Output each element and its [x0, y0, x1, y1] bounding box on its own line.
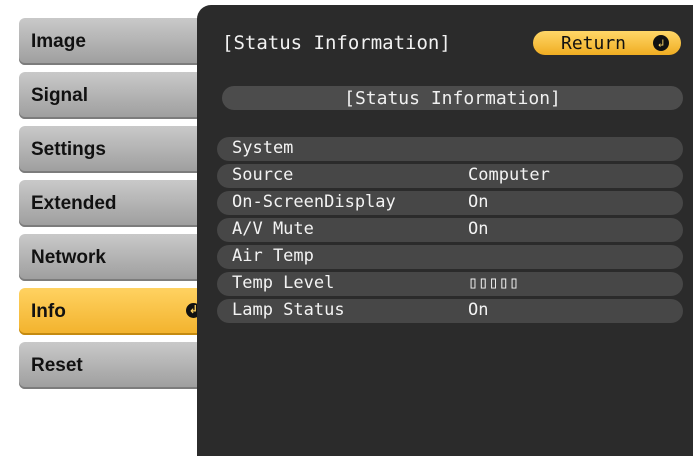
status-row-source: Source Computer — [217, 164, 683, 188]
menu-item-extended[interactable]: Extended — [19, 180, 209, 227]
menu-item-label: Extended — [31, 192, 117, 214]
status-value: On — [468, 300, 489, 320]
return-button[interactable]: Return ↲ — [533, 31, 681, 55]
menu-item-info[interactable]: Info ↲ — [19, 288, 209, 335]
status-label: Source — [232, 165, 294, 185]
status-label: Air Temp — [232, 246, 314, 266]
status-label: Lamp Status — [232, 300, 345, 320]
menu-item-settings[interactable]: Settings — [19, 126, 209, 173]
menu-item-image[interactable]: Image — [19, 18, 209, 65]
status-row-temp-level: Temp Level ▯▯▯▯▯ — [217, 272, 683, 296]
status-value: On — [468, 192, 489, 212]
panel-title: [Status Information] — [222, 32, 451, 54]
menu-item-label: Reset — [31, 354, 83, 376]
status-row-osd: On-ScreenDisplay On — [217, 191, 683, 215]
menu-item-network[interactable]: Network — [19, 234, 209, 281]
menu-item-label: Signal — [31, 84, 89, 106]
status-row-av-mute: A/V Mute On — [217, 218, 683, 242]
status-label: System — [232, 138, 294, 158]
status-value: On — [468, 219, 489, 239]
menu-item-label: Network — [31, 246, 106, 268]
status-label: A/V Mute — [232, 219, 314, 239]
status-value: Computer — [468, 165, 550, 185]
status-row-air-temp: Air Temp — [217, 245, 683, 269]
status-value: ▯▯▯▯▯ — [468, 273, 520, 293]
status-section-title: [Status Information] — [222, 86, 683, 110]
menu-item-label: Settings — [31, 138, 106, 160]
return-label: Return — [561, 32, 627, 54]
status-table: System Source Computer On-ScreenDisplay … — [217, 137, 683, 323]
menu-item-signal[interactable]: Signal — [19, 72, 209, 119]
status-row-lamp-status: Lamp Status On — [217, 299, 683, 323]
enter-icon: ↲ — [653, 35, 669, 51]
menu-item-label: Info — [31, 300, 66, 322]
menu-item-reset[interactable]: Reset — [19, 342, 209, 389]
status-label: On-ScreenDisplay — [232, 192, 396, 212]
status-row-system: System — [217, 137, 683, 161]
status-label: Temp Level — [232, 273, 335, 293]
menu-item-label: Image — [31, 30, 86, 52]
